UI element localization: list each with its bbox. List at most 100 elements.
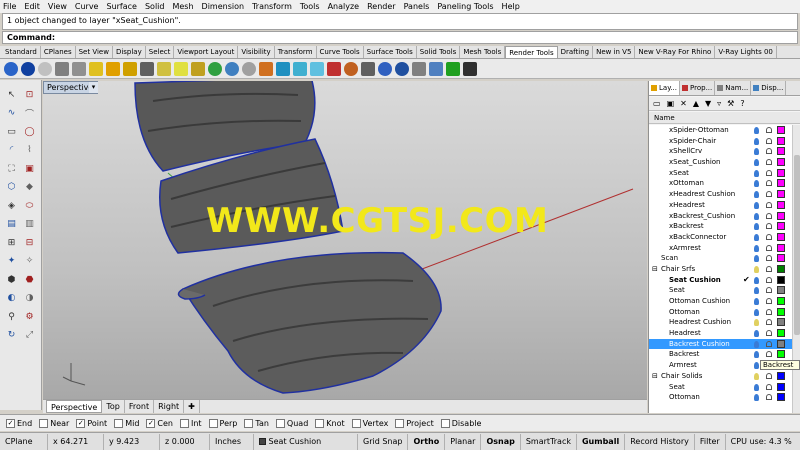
left-tool-22-icon[interactable]: ⬣ [22,273,37,286]
toolbar-tab-render-tools[interactable]: Render Tools [505,46,558,58]
move-down-icon[interactable]: ▼ [705,99,711,108]
left-tool-25-icon[interactable]: ⚲ [4,310,19,323]
layer-color-swatch[interactable] [777,126,785,134]
delete-layer-icon[interactable]: ✕ [680,99,687,108]
planar-toggle[interactable]: Planar [445,433,482,450]
status-units[interactable]: Inches [210,433,254,450]
menu-file[interactable]: File [3,2,16,11]
filter-icon[interactable]: ▿ [717,99,721,108]
layer-row[interactable]: Seat Cushion ✔ [649,275,792,286]
osnap-perp[interactable]: Perp [208,418,237,428]
ground-plane-icon[interactable] [327,61,341,76]
lock-icon[interactable] [766,383,772,390]
panel-tab-1[interactable]: Lay... [649,81,681,95]
layer-color-swatch[interactable] [777,264,785,273]
layer-color-swatch[interactable] [777,329,785,338]
left-tool-19-icon[interactable]: ✦ [4,255,19,268]
render-window-icon[interactable] [55,61,69,76]
toolbar-tab-mesh-tools[interactable]: Mesh Tools [460,46,506,58]
osnap-tan-checkbox[interactable] [244,418,254,428]
box-map-icon[interactable] [259,61,273,76]
status-layer[interactable]: Seat Cushion [254,433,358,450]
layer-color-swatch[interactable] [777,297,785,305]
layer-color-swatch[interactable] [777,136,785,145]
left-tool-28-icon[interactable]: ⤢ [22,329,37,342]
move-up-icon[interactable]: ▲ [693,99,699,108]
lock-icon[interactable] [766,308,772,315]
layer-color-swatch[interactable] [777,232,785,241]
visibility-bulb-icon[interactable] [754,330,759,338]
rectangular-light-icon[interactable] [157,61,171,76]
menu-view[interactable]: View [48,2,67,11]
osnap-toggle[interactable]: Osnap [481,433,521,450]
layer-color-swatch[interactable] [777,286,785,295]
linear-light-icon[interactable] [174,61,188,76]
add-viewport-tab-icon[interactable]: ✚ [184,400,200,413]
lock-icon[interactable] [766,394,772,401]
osnap-disable[interactable]: Disable [440,418,481,428]
layer-row[interactable]: xHeadrest [649,200,792,211]
layer-row[interactable]: xSeat [649,168,792,179]
gumball-toggle[interactable]: Gumball [577,433,626,450]
left-tool-27-icon[interactable]: ↻ [4,329,19,342]
osnap-knot[interactable]: Knot [315,418,345,428]
visibility-bulb-icon[interactable] [754,127,759,134]
toolbar-tab-viewport-layout[interactable]: Viewport Layout [174,46,239,58]
ortho-toggle[interactable]: Ortho [408,433,446,450]
layer-row[interactable]: xOttoman [649,178,792,189]
menu-help[interactable]: Help [502,2,520,11]
menu-transform[interactable]: Transform [252,2,292,11]
visibility-bulb-icon[interactable] [754,340,759,348]
osnap-end[interactable]: ✓ End [6,418,32,428]
visibility-bulb-icon[interactable] [754,169,759,177]
layer-color-swatch[interactable] [777,254,785,263]
menu-tools[interactable]: Tools [300,2,320,11]
left-tool-11-icon[interactable]: ⬡ [4,181,19,194]
visibility-bulb-icon[interactable] [754,394,759,402]
layer-row[interactable]: xSeat_Cushion [649,157,792,168]
osnap-near[interactable]: Near [39,418,69,428]
sphere-map-icon[interactable] [344,61,358,76]
lock-icon[interactable] [766,137,772,144]
tools-icon[interactable]: ⚒ [727,99,734,108]
osnap-point-checkbox[interactable]: ✓ [76,418,86,428]
menu-surface[interactable]: Surface [106,2,136,11]
osnap-tan[interactable]: Tan [244,418,269,428]
filter-toggle[interactable]: Filter [695,433,726,450]
toolbar-tab-surface-tools[interactable]: Surface Tools [364,46,417,58]
lock-icon[interactable] [766,372,772,379]
toolbar-tab-new-in-v5[interactable]: New in V5 [593,46,636,58]
layer-color-swatch[interactable] [777,350,785,359]
visibility-bulb-icon[interactable] [754,287,759,295]
decal-icon[interactable] [242,61,256,76]
toolbar-tab-transform[interactable]: Transform [275,46,317,58]
visibility-bulb-icon[interactable] [754,223,759,231]
toolbar-tab-solid-tools[interactable]: Solid Tools [417,46,461,58]
layer-color-swatch[interactable] [777,318,785,327]
viewport-tab-perspective[interactable]: Perspective [46,400,103,413]
lock-icon[interactable] [766,212,772,219]
layer-row[interactable]: xSpider-Chair [649,136,792,147]
lock-icon[interactable] [766,255,772,262]
record-history-toggle[interactable]: Record History [625,433,695,450]
cylinder-map-icon[interactable] [276,61,290,76]
camera-icon[interactable] [412,61,426,76]
left-tool-2-icon[interactable]: ⊡ [22,88,37,101]
smarttrack-toggle[interactable]: SmartTrack [521,433,577,450]
visibility-bulb-icon[interactable] [754,212,759,220]
viewport-tab-front[interactable]: Front [125,400,155,413]
osnap-point[interactable]: ✓ Point [76,418,107,428]
panel-tab-2[interactable]: Prop... [680,81,716,95]
osnap-int-checkbox[interactable] [179,418,189,428]
panel-tab-3[interactable]: Nam... [715,81,752,95]
visibility-bulb-icon[interactable] [754,372,759,380]
menu-analyze[interactable]: Analyze [328,2,360,11]
visibility-bulb-icon[interactable] [754,265,759,273]
layer-row[interactable]: ⊟ Chair Solids [649,371,792,382]
osnap-near-checkbox[interactable] [39,418,49,428]
layer-color-swatch[interactable] [777,179,785,188]
osnap-quad[interactable]: Quad [275,418,308,428]
menu-edit[interactable]: Edit [24,2,40,11]
lock-icon[interactable] [766,287,772,294]
lock-icon[interactable] [766,148,772,155]
